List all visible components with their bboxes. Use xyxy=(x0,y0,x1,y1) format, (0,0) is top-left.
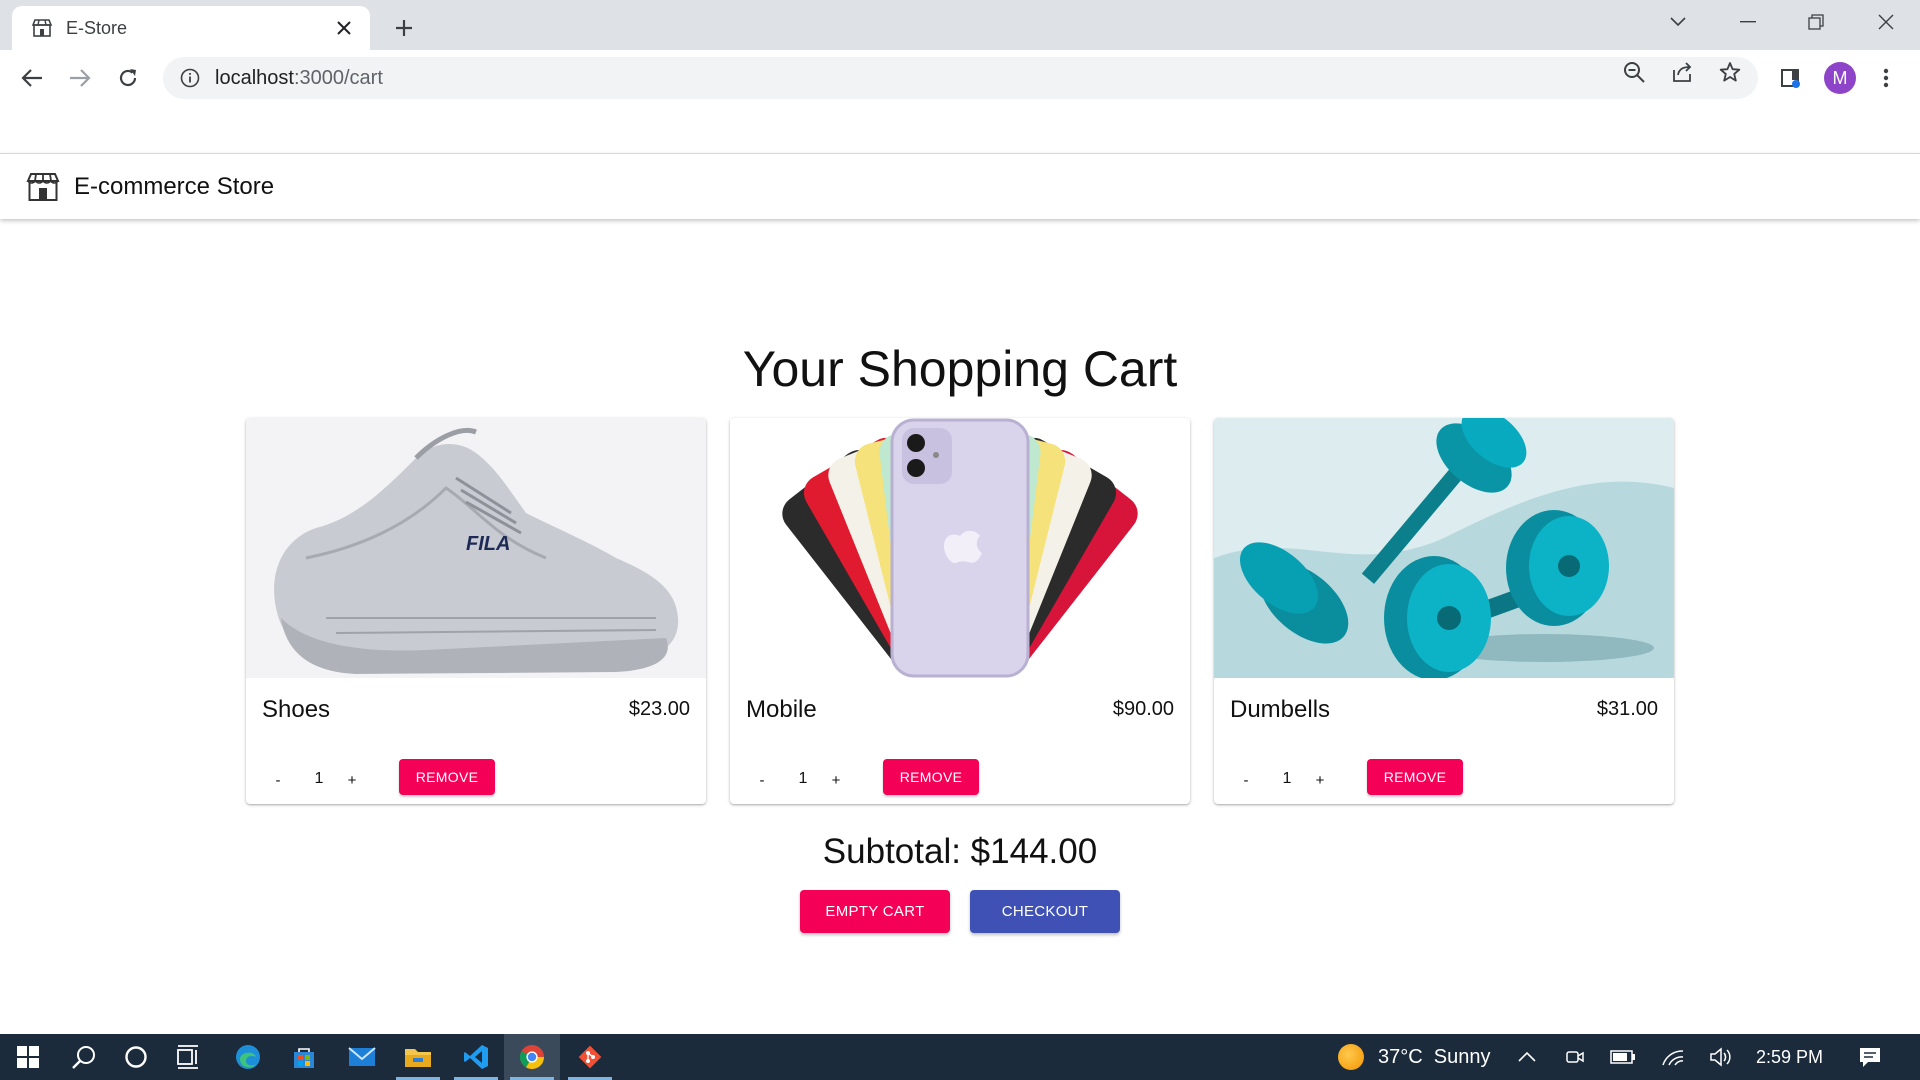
chrome-icon[interactable] xyxy=(504,1034,560,1080)
decrease-quantity-button[interactable]: - xyxy=(1231,765,1261,795)
url-text: localhost:3000/cart xyxy=(215,67,383,90)
remove-item-button[interactable]: REMOVE xyxy=(883,759,979,795)
product-price: $31.00 xyxy=(1596,698,1658,720)
cart-item-card: FILA Shoes $23.00 - 1 + REMOVE xyxy=(246,418,706,804)
tab-title: E-Store xyxy=(66,17,128,38)
windows-start-icon[interactable] xyxy=(0,1034,56,1080)
notifications-icon[interactable] xyxy=(1852,1034,1888,1080)
product-image-shoes: FILA xyxy=(246,418,706,678)
profile-avatar[interactable]: M xyxy=(1824,62,1856,94)
edge-icon[interactable] xyxy=(220,1034,276,1080)
empty-cart-button[interactable]: EMPTY CART xyxy=(800,890,950,933)
extension-icon[interactable] xyxy=(1772,60,1808,96)
svg-text:FILA: FILA xyxy=(466,533,510,555)
minimize-icon[interactable] xyxy=(1716,0,1780,44)
cart-item-card: Mobile $90.00 - 1 + REMOVE xyxy=(730,418,1190,804)
store-name[interactable]: E-commerce Store xyxy=(74,173,274,201)
weather-text: 37°C Sunny xyxy=(1378,1045,1491,1068)
product-price: $90.00 xyxy=(1112,698,1174,720)
windows-taskbar: 37°C Sunny 2:59 PM xyxy=(0,1034,1920,1080)
new-tab-icon[interactable] xyxy=(388,12,420,44)
file-explorer-icon[interactable] xyxy=(390,1034,446,1080)
store-logo-icon xyxy=(26,172,60,201)
product-name: Mobile xyxy=(746,696,817,723)
cart-subtotal: Subtotal: $144.00 xyxy=(822,832,1098,871)
remove-item-button[interactable]: REMOVE xyxy=(399,759,495,795)
store-favicon-icon xyxy=(32,18,52,38)
back-icon[interactable] xyxy=(14,60,50,96)
forward-icon[interactable] xyxy=(62,60,98,96)
close-window-icon[interactable] xyxy=(1854,0,1918,44)
page-title: Your Shopping Cart xyxy=(742,341,1178,397)
remove-item-button[interactable]: REMOVE xyxy=(1367,759,1463,795)
quantity-value: 1 xyxy=(314,770,324,787)
quantity-value: 1 xyxy=(1282,770,1292,787)
store-icon[interactable] xyxy=(276,1034,332,1080)
search-icon[interactable] xyxy=(56,1034,112,1080)
cortana-icon[interactable] xyxy=(108,1034,164,1080)
mail-icon[interactable] xyxy=(334,1034,390,1080)
battery-icon[interactable] xyxy=(1606,1034,1640,1080)
zoom-icon[interactable] xyxy=(1622,60,1646,84)
address-bar[interactable]: localhost:3000/cart xyxy=(163,57,1758,99)
browser-tab-strip: E-Store xyxy=(0,0,1920,50)
git-icon[interactable] xyxy=(562,1034,618,1080)
increase-quantity-button[interactable]: + xyxy=(821,765,851,795)
meet-now-icon[interactable] xyxy=(1560,1034,1590,1080)
sun-icon xyxy=(1338,1044,1364,1070)
browser-toolbar: localhost:3000/cart M xyxy=(0,50,1920,106)
site-info-icon[interactable] xyxy=(179,67,201,89)
taskbar-clock[interactable]: 2:59 PM xyxy=(1756,1034,1823,1080)
task-view-icon[interactable] xyxy=(160,1034,216,1080)
browser-tab[interactable]: E-Store xyxy=(12,6,370,50)
reload-icon[interactable] xyxy=(110,60,146,96)
product-image-mobile xyxy=(730,418,1190,678)
menu-kebab-icon[interactable] xyxy=(1868,60,1904,96)
weather-widget[interactable]: 37°C Sunny xyxy=(1338,1034,1491,1080)
tab-search-icon[interactable] xyxy=(1646,0,1710,44)
volume-icon[interactable] xyxy=(1704,1034,1738,1080)
increase-quantity-button[interactable]: + xyxy=(1305,765,1335,795)
checkout-button[interactable]: CHECKOUT xyxy=(970,890,1120,933)
url-host: localhost xyxy=(215,66,294,89)
product-name: Shoes xyxy=(262,696,331,723)
decrease-quantity-button[interactable]: - xyxy=(747,765,777,795)
bookmark-star-icon[interactable] xyxy=(1718,60,1742,84)
restore-icon[interactable] xyxy=(1784,0,1848,44)
quantity-value: 1 xyxy=(798,770,808,787)
decrease-quantity-button[interactable]: - xyxy=(263,765,293,795)
wifi-icon[interactable] xyxy=(1656,1034,1690,1080)
product-price: $23.00 xyxy=(628,698,690,720)
share-icon[interactable] xyxy=(1670,60,1694,84)
show-hidden-icons-icon[interactable] xyxy=(1512,1034,1542,1080)
tab-close-icon[interactable] xyxy=(332,16,356,40)
vscode-icon[interactable] xyxy=(448,1034,504,1080)
app-bar: E-commerce Store xyxy=(0,153,1920,219)
cart-item-card: Dumbells $31.00 - 1 + REMOVE xyxy=(1214,418,1674,804)
increase-quantity-button[interactable]: + xyxy=(337,765,367,795)
url-path: :3000/cart xyxy=(293,66,383,89)
product-image-dumbells xyxy=(1214,418,1674,678)
product-name: Dumbells xyxy=(1230,696,1331,723)
